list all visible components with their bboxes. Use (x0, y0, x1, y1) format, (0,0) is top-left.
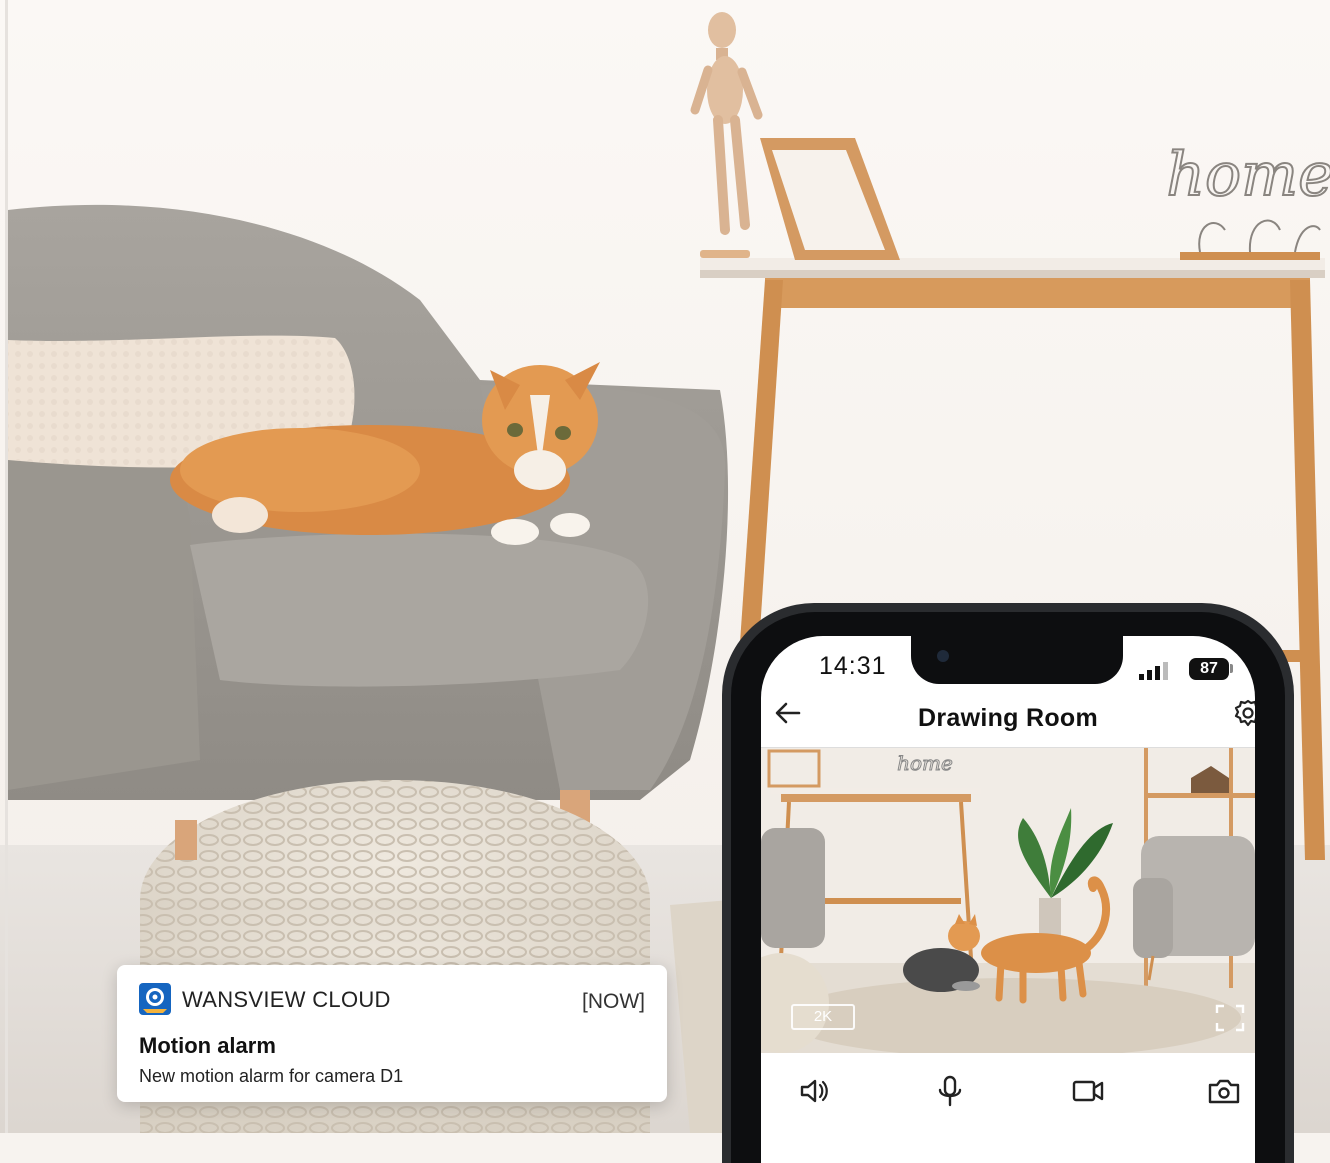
cellular-signal-icon (1139, 662, 1168, 680)
camera-name-title: Drawing Room (918, 704, 1098, 732)
camera-snapshot-icon[interactable] (1207, 1074, 1241, 1108)
camera-control-bar (761, 1052, 1255, 1132)
gear-icon[interactable] (1233, 698, 1255, 728)
live-camera-feed[interactable]: home 2K (761, 747, 1255, 1053)
speaker-icon[interactable] (797, 1074, 831, 1108)
microphone-icon[interactable] (933, 1074, 967, 1108)
front-camera (937, 650, 949, 662)
notification-app-name: WANSVIEW CLOUD (182, 987, 391, 1012)
phone-bezel: 14:31 87 Drawing Room home 2K (731, 612, 1285, 1163)
notification-title: Motion alarm (139, 1033, 276, 1058)
battery-indicator: 87 (1189, 658, 1229, 680)
notification-time: [NOW] (582, 990, 645, 1013)
phone-mockup: 14:31 87 Drawing Room home 2K (722, 603, 1294, 1163)
battery-tip (1230, 664, 1233, 673)
status-bar-time: 14:31 (819, 652, 887, 680)
phone-notch (911, 636, 1123, 684)
wansview-app-icon (139, 983, 171, 1015)
fullscreen-icon[interactable] (1215, 1004, 1245, 1032)
motion-alarm-notification[interactable]: WANSVIEW CLOUD [NOW] Motion alarm New mo… (117, 965, 667, 1102)
notification-body: New motion alarm for camera D1 (139, 1066, 404, 1086)
svg-text:home: home (897, 751, 953, 775)
video-quality-badge[interactable]: 2K (791, 1004, 855, 1030)
video-record-icon[interactable] (1071, 1074, 1105, 1108)
phone-screen: 14:31 87 Drawing Room home 2K (761, 636, 1255, 1163)
home-sign-text: home (1166, 140, 1330, 210)
